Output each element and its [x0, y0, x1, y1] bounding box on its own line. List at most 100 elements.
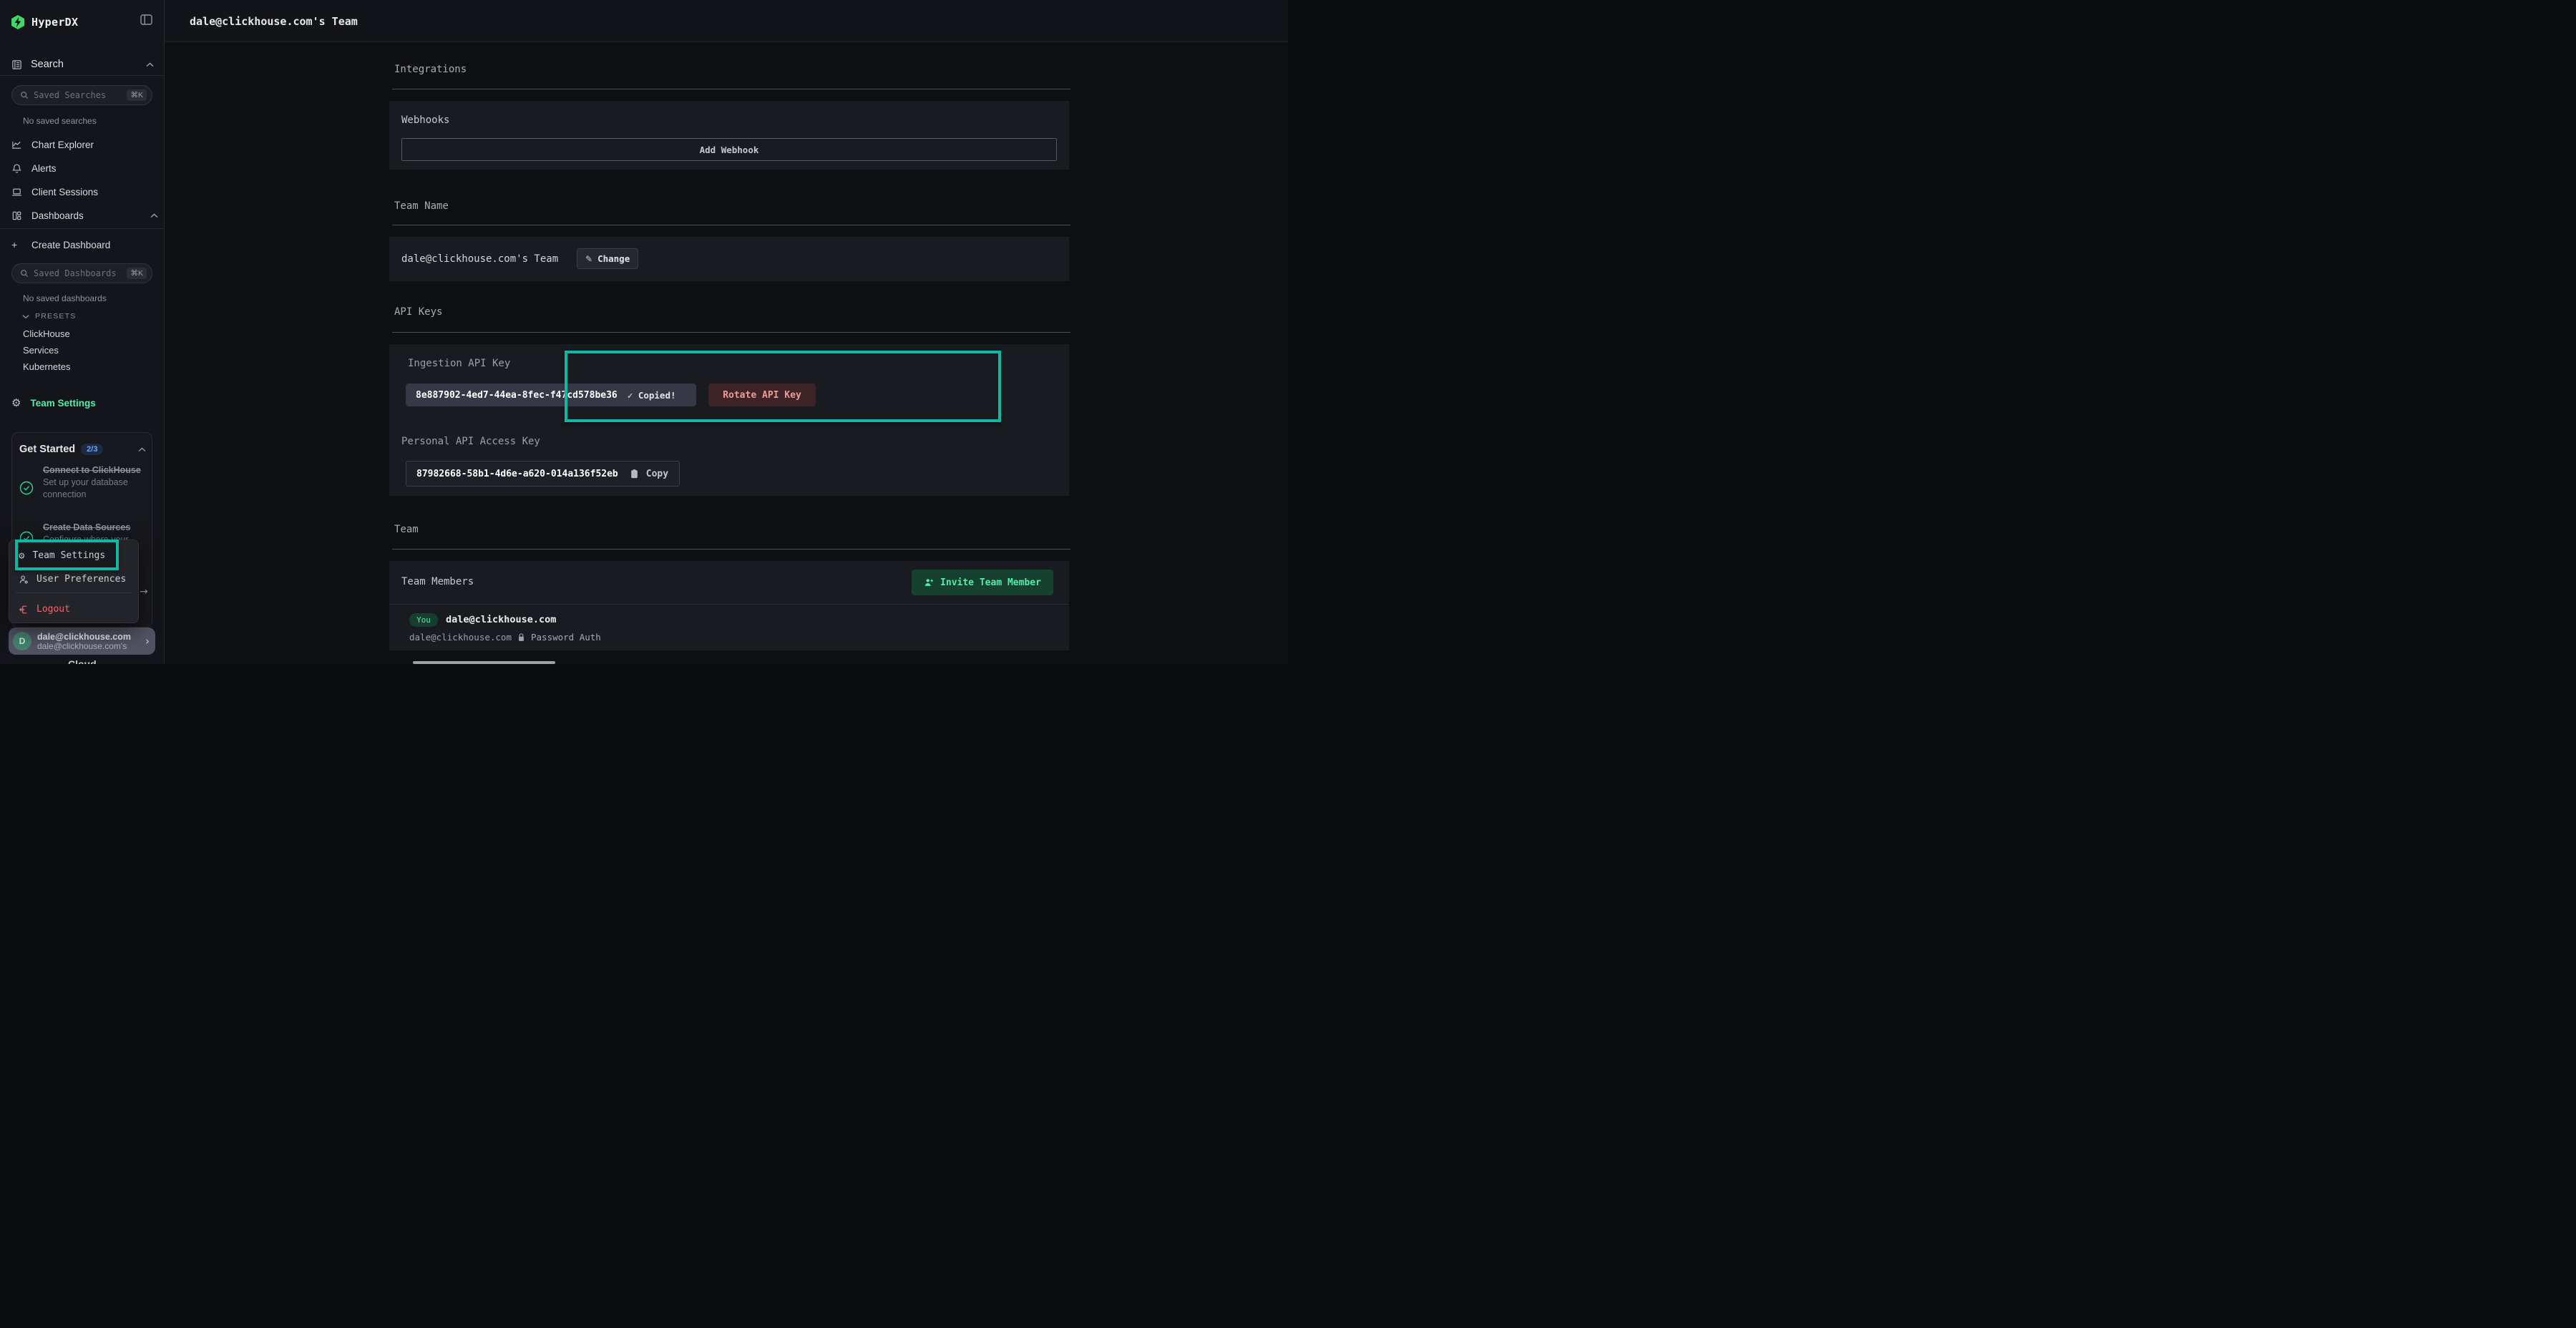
check-circle-icon: [19, 481, 34, 495]
chevron-up-icon: [138, 447, 146, 452]
team-heading: Team: [394, 524, 419, 535]
chevron-up-icon: [150, 213, 158, 218]
progress-badge: 2/3: [81, 444, 103, 455]
shortcut-badge: ⌘K: [127, 89, 147, 101]
chart-line-icon: [11, 140, 22, 150]
sidebar-item-label: Client Sessions: [31, 187, 98, 197]
saved-dashboards-input[interactable]: Saved Dashboards ⌘K: [11, 263, 152, 283]
preset-services[interactable]: Services: [23, 343, 59, 356]
webhooks-card: Webhooks Add Webhook: [389, 101, 1069, 170]
presets-label: PRESETS: [35, 312, 76, 321]
shortcut-badge: ⌘K: [127, 268, 147, 279]
page-title: dale@clickhouse.com's Team: [190, 0, 358, 42]
laptop-icon: [11, 187, 22, 197]
add-webhook-button[interactable]: Add Webhook: [401, 138, 1057, 161]
preset-clickhouse[interactable]: ClickHouse: [23, 327, 70, 340]
auth-method-label: Password Auth: [531, 632, 601, 643]
user-gear-icon: [19, 575, 29, 585]
personal-key-value: 87982668-58b1-4d6e-a620-014a136f52eb: [416, 469, 618, 479]
change-label: Change: [597, 253, 630, 264]
search-section-icon: [11, 59, 22, 70]
task-title: Create Data Sources: [43, 522, 149, 534]
pencil-icon: ✎: [585, 254, 592, 264]
ingestion-key-chip[interactable]: 8e887902-4ed7-44ea-8fec-f47cd578be36 ✓ C…: [406, 384, 696, 406]
sidebar-item-alerts[interactable]: Alerts: [11, 160, 158, 177]
gear-icon: ⚙: [19, 551, 24, 561]
saved-searches-input[interactable]: Saved Searches ⌘K: [11, 85, 152, 105]
user-plus-icon: [924, 577, 934, 587]
saved-searches-placeholder: Saved Searches: [34, 90, 106, 100]
menu-item-label: Team Settings: [32, 550, 105, 561]
team-name-value: dale@clickhouse.com's Team: [401, 237, 558, 281]
divider: [0, 75, 164, 76]
no-saved-dashboards-text: No saved dashboards: [23, 293, 107, 303]
member-email: dale@clickhouse.com: [409, 632, 512, 643]
user-email: dale@clickhouse.com: [37, 632, 131, 642]
no-saved-searches-text: No saved searches: [23, 116, 97, 126]
team-settings-label: Team Settings: [30, 398, 95, 409]
brand-name: HyperDX: [31, 16, 78, 29]
sidebar-item-label: Alerts: [31, 163, 57, 174]
plus-icon: +: [11, 239, 22, 250]
user-team-name: dale@clickhouse.com's: [37, 642, 131, 651]
account-popup-menu: ⚙ Team Settings User Preferences Logout: [9, 540, 139, 623]
sidebar-item-label: Dashboards: [31, 210, 84, 221]
clipboard-icon: [630, 469, 639, 479]
sidebar-item-client-sessions[interactable]: Client Sessions: [11, 183, 158, 200]
search-section-label: Search: [31, 59, 64, 70]
sidebar-item-label: Chart Explorer: [31, 140, 94, 150]
ingestion-key-label: Ingestion API Key: [408, 358, 510, 369]
chevron-up-icon: [146, 62, 154, 67]
menu-item-user-preferences[interactable]: User Preferences: [19, 567, 126, 592]
collapse-sidebar-icon[interactable]: [140, 14, 152, 25]
account-menu-trigger[interactable]: D dale@clickhouse.com dale@clickhouse.co…: [9, 628, 155, 655]
hyperdx-app: HyperDX Search Saved Searches ⌘K No save…: [0, 0, 1288, 664]
logout-icon: [19, 605, 29, 615]
page-header: dale@clickhouse.com's Team: [165, 0, 1288, 42]
preset-kubernetes[interactable]: Kubernetes: [23, 360, 71, 373]
team-name-heading: Team Name: [394, 200, 449, 212]
search-icon: [20, 269, 29, 278]
brand: HyperDX: [10, 13, 78, 31]
gear-icon: ⚙: [11, 398, 21, 409]
invite-label: Invite Team Member: [940, 577, 1041, 588]
create-dashboard-label: Create Dashboard: [31, 240, 110, 250]
change-team-name-button[interactable]: ✎ Change: [577, 248, 638, 269]
hyperdx-logo-icon: [10, 14, 26, 30]
menu-item-team-settings[interactable]: ⚙ Team Settings: [19, 543, 105, 568]
you-badge: You: [409, 613, 438, 627]
chevron-down-icon: [22, 314, 29, 319]
main-content: dale@clickhouse.com's Team Integrations …: [165, 0, 1288, 664]
chevron-right-icon: ›: [145, 635, 150, 648]
avatar: D: [13, 632, 31, 650]
api-keys-heading: API Keys: [394, 306, 442, 318]
dashboard-grid-icon: [11, 210, 22, 221]
member-name: dale@clickhouse.com: [446, 614, 556, 625]
sidebar-section-search[interactable]: Search: [11, 54, 154, 74]
menu-item-label: User Preferences: [36, 574, 126, 585]
rotate-api-key-button[interactable]: Rotate API Key: [708, 384, 816, 406]
divider: [392, 332, 1070, 333]
personal-key-chip[interactable]: 87982668-58b1-4d6e-a620-014a136f52eb Cop…: [406, 461, 680, 487]
invite-team-member-button[interactable]: Invite Team Member: [912, 570, 1053, 595]
sidebar-item-chart-explorer[interactable]: Chart Explorer: [11, 136, 158, 153]
copy-label: Copy: [646, 469, 668, 479]
divider: [0, 228, 164, 229]
sidebar-item-team-settings[interactable]: ⚙ Team Settings: [11, 394, 96, 411]
team-members-title: Team Members: [401, 576, 474, 587]
menu-item-label: Logout: [36, 604, 70, 615]
lock-icon: [517, 633, 525, 642]
menu-item-logout[interactable]: Logout: [19, 597, 70, 622]
get-started-header[interactable]: Get Started 2/3: [19, 441, 146, 457]
personal-key-label: Personal API Access Key: [401, 436, 540, 447]
get-started-title: Get Started: [19, 444, 75, 455]
presets-toggle[interactable]: PRESETS: [22, 310, 76, 323]
clipped-bottom-text: Cloud: [68, 658, 97, 664]
get-started-item-connect[interactable]: Connect to ClickHouse Set up your databa…: [43, 464, 149, 501]
search-icon: [20, 91, 29, 99]
create-dashboard-button[interactable]: + Create Dashboard: [11, 236, 158, 253]
sidebar-item-dashboards[interactable]: Dashboards: [11, 207, 158, 224]
integrations-heading: Integrations: [394, 64, 467, 75]
horizontal-scrollbar-thumb[interactable]: [413, 661, 555, 664]
copied-indicator: ✓ Copied!: [628, 390, 676, 401]
